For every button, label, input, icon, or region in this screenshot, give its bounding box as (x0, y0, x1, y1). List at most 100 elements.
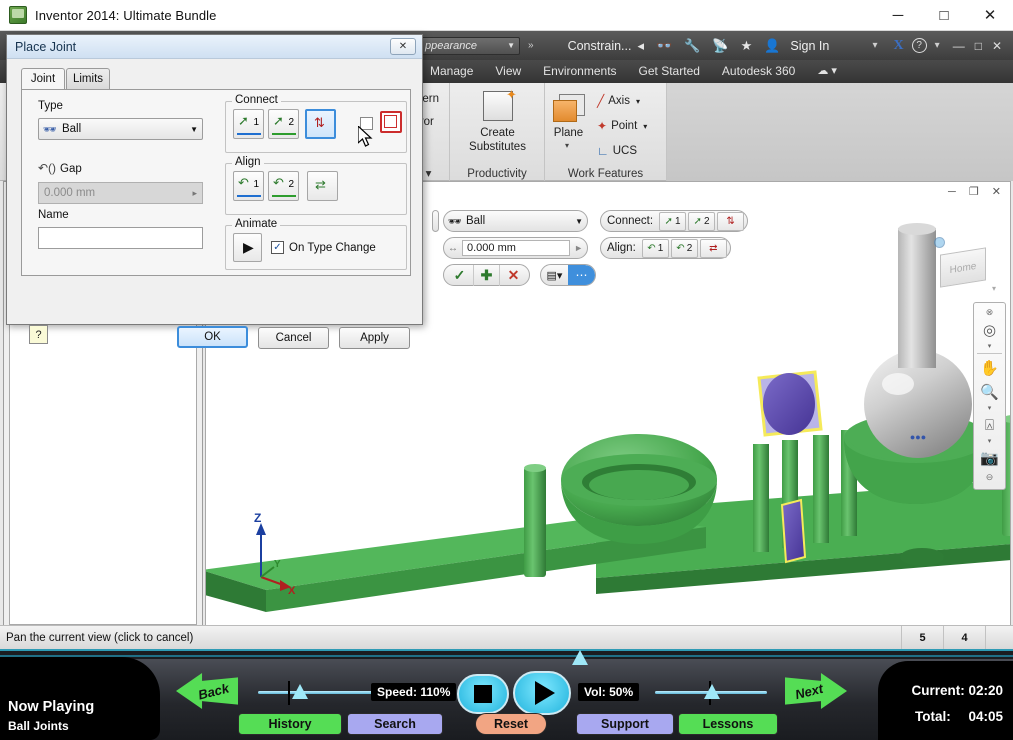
tab-joint[interactable]: Joint (21, 68, 65, 89)
orbit-caret-icon[interactable]: ▾ (988, 437, 992, 446)
minibar-options: ▤▾ ⋯ (540, 264, 596, 286)
wrench-icon[interactable]: 🔧 (684, 38, 700, 54)
autodesk-exchange-icon[interactable]: X (894, 38, 904, 54)
help-icon[interactable]: ? (911, 38, 927, 53)
binoculars-icon[interactable]: 👓 (656, 38, 672, 54)
pan-hand-icon[interactable]: ✋ (977, 356, 1003, 380)
search-button[interactable]: Search (347, 713, 443, 735)
point-button[interactable]: ✦ Point ▾ (597, 113, 647, 139)
home-icon[interactable] (934, 237, 945, 248)
window-close-button[interactable]: ✕ (967, 0, 1013, 30)
connect-select-2-button[interactable]: ➚ 2 (688, 211, 716, 231)
navbar-close-icon[interactable]: ⊗ (986, 307, 994, 318)
align-flip-button[interactable]: ⇄ (307, 171, 338, 201)
ok-button[interactable]: OK (177, 326, 248, 348)
align-select-2-button[interactable]: ↶ 2 (670, 238, 698, 258)
options-icon[interactable]: ▤▾ (541, 265, 568, 285)
qat-overflow-icon[interactable]: » (528, 40, 534, 51)
free-orbit-icon[interactable]: ⍓ (977, 413, 1003, 437)
cancel-button[interactable]: ✕ (500, 265, 527, 286)
zoom-magnifier-icon[interactable]: 🔍 (977, 380, 1003, 404)
animate-play-button[interactable]: ▶ (233, 233, 262, 262)
gap-field[interactable]: ↔ 0.000 mm ► (443, 237, 588, 259)
viewport-restore-button[interactable]: ❐ (969, 186, 984, 198)
align-select-1-button[interactable]: ↶ 1 (641, 238, 669, 258)
minibar-drag-handle[interactable] (432, 210, 439, 232)
view-cube-caret-icon[interactable]: ▾ (992, 284, 996, 293)
tab-manage[interactable]: Manage (419, 60, 484, 83)
support-button[interactable]: Support (576, 713, 674, 735)
connect-flip-button[interactable]: ⇅ (717, 211, 745, 231)
ribbon-close-button[interactable]: ✕ (992, 39, 1002, 53)
plane-button[interactable]: Plane (545, 127, 592, 139)
window-maximize-button[interactable]: □ (921, 0, 967, 30)
history-button[interactable]: History (238, 713, 342, 735)
gap-spinner-icon[interactable]: ► (574, 243, 583, 253)
steering-wheel-caret-icon[interactable]: ▾ (988, 342, 992, 351)
plane-icon[interactable] (553, 100, 577, 122)
gap-value[interactable]: 0.000 mm (462, 240, 571, 256)
stop-button[interactable] (457, 674, 509, 714)
joint-type-dropdown[interactable]: 🕶 Ball ▼ (38, 118, 203, 140)
apply-button[interactable]: Apply (339, 327, 410, 349)
align-flip-button[interactable]: ⇄ (699, 238, 727, 258)
status-resize-grip[interactable] (985, 625, 1013, 650)
dialog-close-button[interactable]: ✕ (390, 38, 416, 55)
progress-thumb[interactable] (572, 650, 588, 665)
tab-get-started[interactable]: Get Started (628, 60, 711, 83)
axis-button[interactable]: ╱ Axis ▾ (597, 88, 640, 114)
satellite-icon[interactable]: 📡 (712, 38, 728, 54)
connect-flip-button[interactable]: ⇅ (305, 109, 336, 139)
gap-input[interactable]: 0.000 mm ▸ (38, 182, 203, 204)
ribbon-minimize-button[interactable]: — (953, 39, 965, 53)
ok-button[interactable]: ✓ (446, 265, 473, 286)
look-at-icon[interactable]: 📷 (977, 446, 1003, 470)
tab-limits[interactable]: Limits (66, 68, 110, 89)
star-icon[interactable]: ★ (741, 38, 753, 54)
ucs-button[interactable]: ∟ UCS (597, 138, 637, 164)
user-icon[interactable]: 👤 (764, 38, 780, 54)
connect-select-1-button[interactable]: ➚ 1 (659, 211, 687, 231)
point-caret-icon[interactable]: ▾ (643, 122, 647, 131)
ribbon-restore-button[interactable]: □ (975, 39, 982, 53)
help-caret-icon[interactable]: ▾ (935, 40, 940, 51)
volume-slider[interactable] (655, 681, 767, 705)
search-caret-icon[interactable]: ◂ (637, 38, 644, 54)
joint-type-dropdown[interactable]: 🕶 Ball ▼ (443, 210, 588, 232)
tab-view[interactable]: View (484, 60, 532, 83)
appearance-dropdown[interactable]: ppearance ▼ (420, 36, 520, 55)
zoom-caret-icon[interactable]: ▾ (988, 404, 992, 413)
viewport-close-button[interactable]: ✕ (992, 186, 1006, 198)
sign-in-link[interactable]: Sign In (790, 39, 829, 53)
align-pill: Align: ↶ 1 ↶ 2 ⇄ (600, 237, 731, 259)
search-box[interactable]: Constrain... (568, 39, 632, 53)
qat-more-icon[interactable]: ▾ (873, 40, 878, 51)
viewport-minimize-button[interactable]: ─ (948, 186, 961, 198)
ellipsis-icon[interactable]: ⋯ (568, 265, 595, 285)
align-select-2-button[interactable]: ↶ 2 (268, 171, 299, 201)
create-substitutes-button[interactable]: Create Substitutes (450, 126, 545, 154)
cancel-button[interactable]: Cancel (258, 327, 329, 349)
cloud-icon[interactable]: ☁ ▾ (806, 60, 848, 83)
view-cube[interactable]: Home ▾ (934, 237, 996, 293)
tab-autodesk-360[interactable]: Autodesk 360 (711, 60, 806, 83)
connect-select-1-button[interactable]: ➚ 1 (233, 109, 264, 139)
tab-environments[interactable]: Environments (532, 60, 627, 83)
axis-caret-icon[interactable]: ▾ (636, 97, 640, 106)
lessons-button[interactable]: Lessons (678, 713, 778, 735)
view-cube-face[interactable]: Home (940, 247, 986, 288)
dialog-help-button[interactable]: ? (29, 325, 48, 344)
steering-wheel-icon[interactable]: ◎ (977, 318, 1003, 342)
reset-button[interactable]: Reset (475, 713, 547, 735)
gap-spinner-icon[interactable]: ▸ (192, 188, 197, 199)
apply-add-button[interactable]: ✚ (473, 264, 500, 286)
navbar-expand-icon[interactable]: ⊖ (986, 472, 994, 483)
plane-caret-icon[interactable]: ▾ (565, 141, 569, 150)
connect-select-2-button[interactable]: ➚ 2 (268, 109, 299, 139)
on-type-change-checkbox[interactable]: ✓ (271, 241, 284, 254)
dialog-title-bar[interactable]: Place Joint ✕ (7, 35, 422, 59)
name-input[interactable] (38, 227, 203, 249)
window-minimize-button[interactable]: ─ (875, 0, 921, 30)
play-button[interactable] (513, 671, 571, 715)
align-select-1-button[interactable]: ↶ 1 (233, 171, 264, 201)
